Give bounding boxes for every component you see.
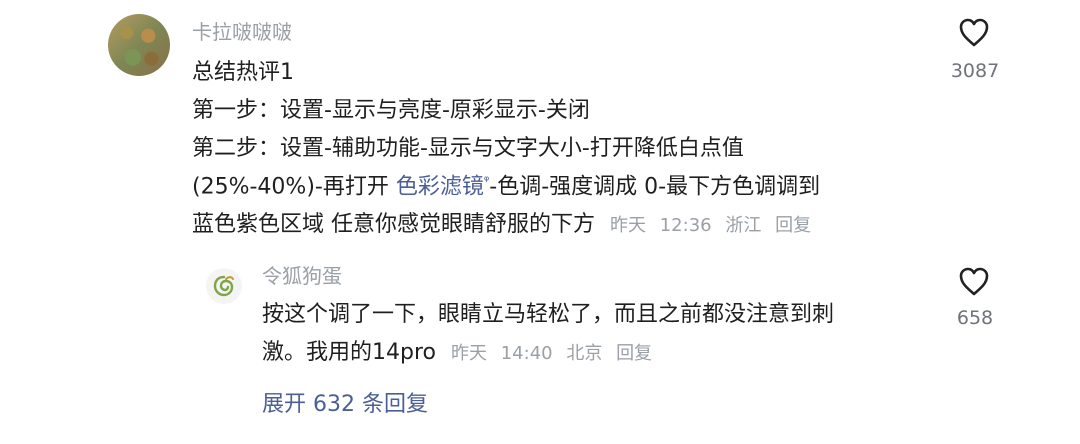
reply-text-line: 按这个调了一下，眼睛立马轻松了，而且之前都没注意到刺 [262,302,835,327]
spiral-avatar-icon [213,275,234,297]
reply-location: 北京 [566,343,603,364]
comment-text-line: 蓝色紫色区域 任意你感觉眼睛舒服的下方 昨天 12:36 浙江 回复 [192,212,819,238]
heart-outline-icon[interactable] [957,265,991,297]
heart-outline-icon[interactable] [957,16,991,48]
avatar[interactable] [206,268,242,304]
reply-text-segment: 激。我用的14pro [262,340,436,365]
reply-button[interactable]: 回复 [616,343,652,364]
reply-meta: 昨天 14:40 北京 回复 [451,343,660,364]
comment-text-line: 第二步：设置-辅助功能-显示与文字大小-打开降低白点值 [192,136,744,161]
like-count: 658 [956,307,994,329]
comment-text-segment: 蓝色紫色区域 任意你感觉眼睛舒服的下方 [192,212,595,237]
comment-date: 昨天 [610,215,646,236]
reply-username[interactable]: 令狐狗蛋 [262,266,342,286]
reply-text-line: 激。我用的14pro 昨天 14:40 北京 回复 [262,340,660,366]
comment-meta: 昨天 12:36 浙江 回复 [610,215,819,236]
reply-date: 昨天 [450,343,487,364]
search-link[interactable]: 色彩滤镜 [396,174,484,199]
comment-text-line: 第一步：设置-显示与亮度-原彩显示-关闭 [192,98,590,123]
expand-replies-link[interactable]: 展开 632 条回复 [262,392,428,418]
avatar[interactable] [108,14,170,76]
comment-location: 浙江 [725,215,762,236]
comment-username[interactable]: 卡拉啵啵啵 [192,22,292,42]
reply-time: 14:40 [500,343,553,364]
comment-text-line: 总结热评1 [192,60,294,85]
reply-button[interactable]: 回复 [775,215,811,236]
comment-text-segment: -色调-强度调成 0-最下方色调调到 [489,174,821,200]
like-count: 3087 [950,60,1000,82]
comment-time: 12:36 [659,215,712,236]
comment-text-line-with-link: (25%-40%)-再打开 色彩滤镜ᵠ-色调-强度调成 0-最下方色调调到 [192,174,820,201]
comment-text-segment: (25%-40%)-再打开 [192,174,396,200]
